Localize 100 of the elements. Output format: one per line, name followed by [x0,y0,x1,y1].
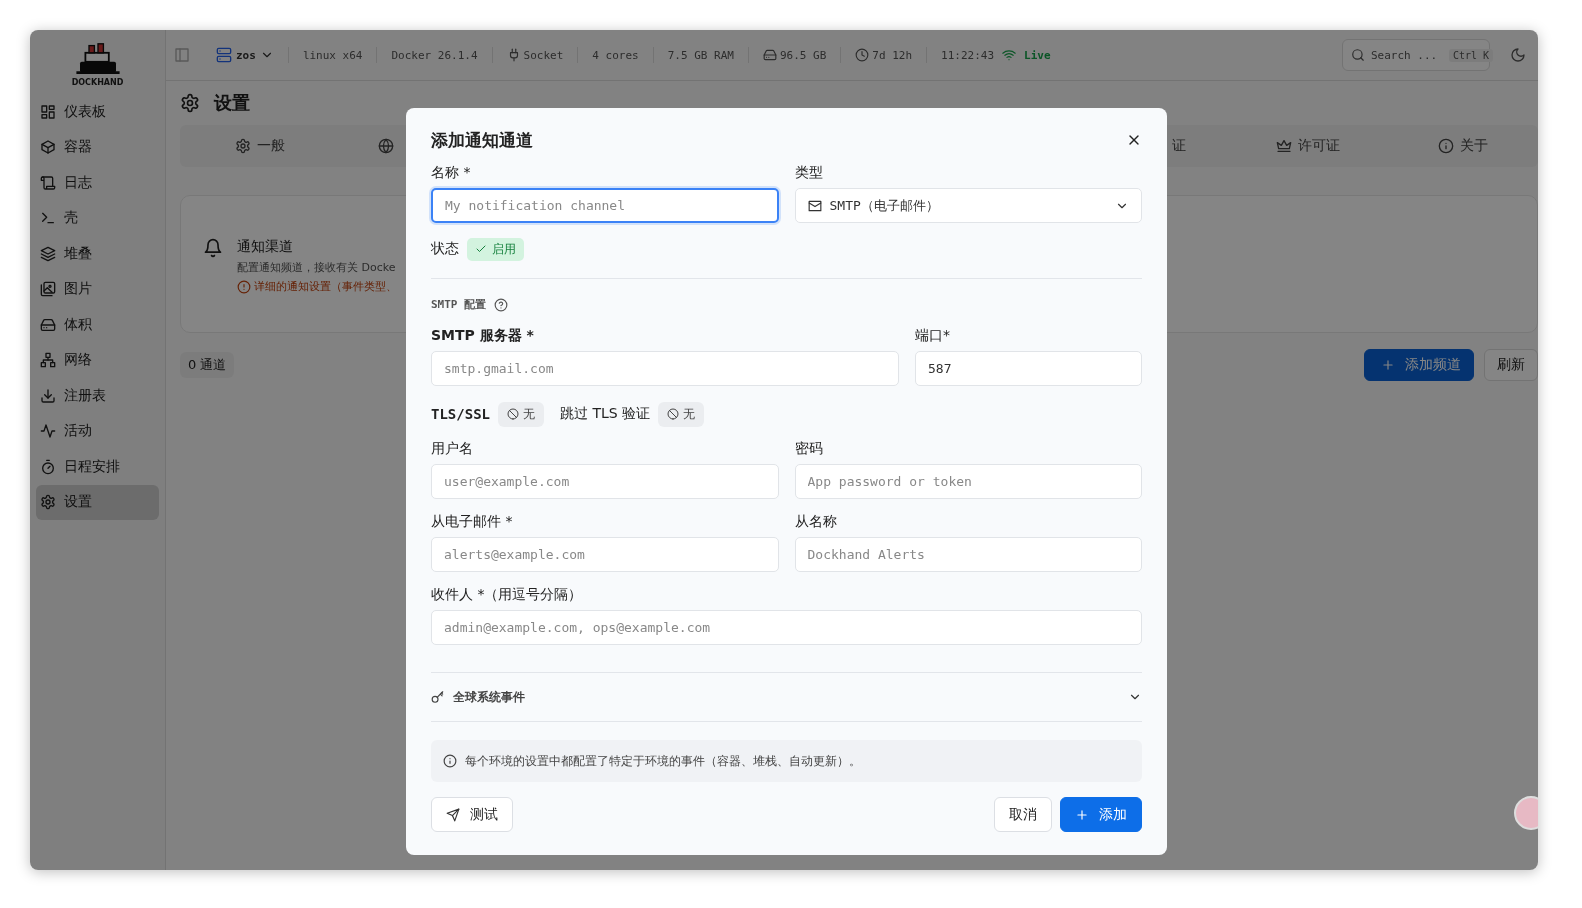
hard-drive-icon [40,316,56,333]
events-section-header[interactable]: 全球系统事件 [431,672,1142,722]
field-label: 用户名 [431,440,474,457]
dashboard-icon [40,103,56,120]
key-icon [431,690,445,704]
info-text: 每个环境的设置中都配置了特定于环境的事件（容器、堆栈、自动更新）。 [465,753,861,769]
sidebar-item[interactable]: 日志 [36,165,159,201]
system-stat: Docker 26.1.4 [391,48,478,62]
add-channel-button[interactable]: 添加频道 [1364,349,1474,381]
network-icon [40,352,56,369]
sidebar-item[interactable]: 壳 [36,200,159,236]
search-bar[interactable]: Search ... Ctrl K [1342,39,1490,71]
timer-icon [40,458,56,475]
settings-icon[interactable] [235,138,251,154]
server-icon [216,47,232,63]
cube-icon [40,139,56,156]
system-stat: 96.5 GB [779,48,827,62]
username-input-field[interactable]: user@example.com [431,464,779,499]
environment-selector[interactable]: zos [216,47,274,63]
from-name-input-field[interactable]: Dockhand Alerts [794,537,1142,572]
channel-count: 0 通道 [180,352,235,378]
clock-icon [855,48,870,62]
crown-icon[interactable] [1276,138,1292,154]
images-icon [40,281,56,298]
globe-icon[interactable] [378,138,394,154]
cancel-button[interactable]: 取消 [994,797,1052,832]
scroll-icon [40,174,56,191]
moon-icon[interactable] [1510,47,1526,63]
help-icon[interactable] [494,297,509,312]
tab-label[interactable]: 关于 [1460,137,1488,155]
activity-icon [40,423,56,440]
sidebar-item[interactable]: 体积 [36,307,159,343]
sidebar-item[interactable]: 网络 [36,342,159,378]
sidebar-item[interactable]: 仪表板 [36,94,159,130]
refresh-button[interactable]: 刷新 [1484,349,1538,381]
page-title: 设置 [214,91,250,115]
warning-note: 详细的通知设置（事件类型、 [254,279,397,294]
add-button[interactable]: 添加 [1060,797,1142,832]
alert-icon [237,279,251,294]
system-stat: 7.5 GB RAM [667,48,734,62]
wifi-icon [1002,48,1016,62]
system-stat: Socket [523,48,564,62]
shortcut-key: Ctrl K [1449,48,1494,62]
sidebar-item[interactable]: 注册表 [36,378,159,414]
tls-toggle[interactable]: 无 [498,401,544,427]
sidebar-item[interactable]: 堆叠 [36,236,159,272]
ban-icon [667,408,680,420]
system-stat: 4 cores [592,48,639,62]
field-label: TLS/SSL [431,406,490,422]
server-input-field[interactable]: smtp.gmail.com [431,351,899,386]
info-icon [443,754,457,768]
bell-icon [203,238,223,258]
from-email-input-field[interactable]: alerts@example.com [431,537,779,572]
field-label: 类型 [794,164,824,181]
recipients-input-field[interactable]: admin@example.com, ops@example.com [431,610,1142,645]
field-label: 端口* [915,327,951,344]
field-label: SMTP 服务器 * [431,327,535,344]
section-heading: SMTP 配置 [431,297,487,312]
floating-button-icon[interactable] [1514,796,1538,830]
send-icon [446,807,460,822]
sidebar-item[interactable]: 设置 [36,484,159,520]
clock-time: 11:22:43 [941,48,994,62]
mail-icon [807,198,822,213]
plus-icon [1381,358,1395,372]
field-label: 收件人 *（用逗号分隔） [431,586,584,603]
plus-icon [1075,807,1089,822]
status-toggle[interactable]: 启用 [467,237,524,261]
hard-drive-icon [762,48,777,62]
live-status: Live [1024,48,1051,62]
info-icon[interactable] [1438,138,1454,154]
password-input-field[interactable]: App password or token [794,464,1142,499]
sidebar-item[interactable]: 图片 [36,271,159,307]
system-stat: 7d 12h [872,48,913,62]
sidebar-item[interactable]: 活动 [36,413,159,449]
test-button[interactable]: 测试 [431,797,513,832]
settings-icon [180,93,200,113]
system-stat: linux x64 [302,48,363,62]
field-label: 从名称 [794,513,838,530]
field-label: 密码 [794,440,824,457]
name-input-field[interactable]: My notification channel [431,188,779,223]
skip-verify-toggle[interactable]: 无 [658,401,705,427]
search-input[interactable]: Search ... [1371,48,1443,62]
check-icon [475,243,487,255]
sidebar-item[interactable]: 容器 [36,129,159,165]
port-input-field[interactable]: 587 [915,351,1142,386]
dialog-title: 添加通知通道 [431,128,533,152]
card-description: 配置通知频道，接收有关 Docke [237,260,397,275]
sidebar-item[interactable]: 日程安排 [36,449,159,485]
field-label: 跳过 TLS 验证 [560,405,651,423]
search-icon [1351,48,1365,62]
layers-icon [40,245,56,262]
settings-icon [40,494,56,511]
tab-label[interactable]: 一般 [257,137,285,155]
tab-label[interactable]: 许可证 [1298,137,1340,155]
field-label: 状态 [431,240,459,258]
field-label: 名称 * [431,164,472,181]
download-icon [40,387,56,404]
type-select[interactable]: SMTP（电子邮件） [794,188,1142,223]
field-label: 从电子邮件 * [431,513,514,530]
tab-label[interactable]: 证 [1172,137,1186,155]
